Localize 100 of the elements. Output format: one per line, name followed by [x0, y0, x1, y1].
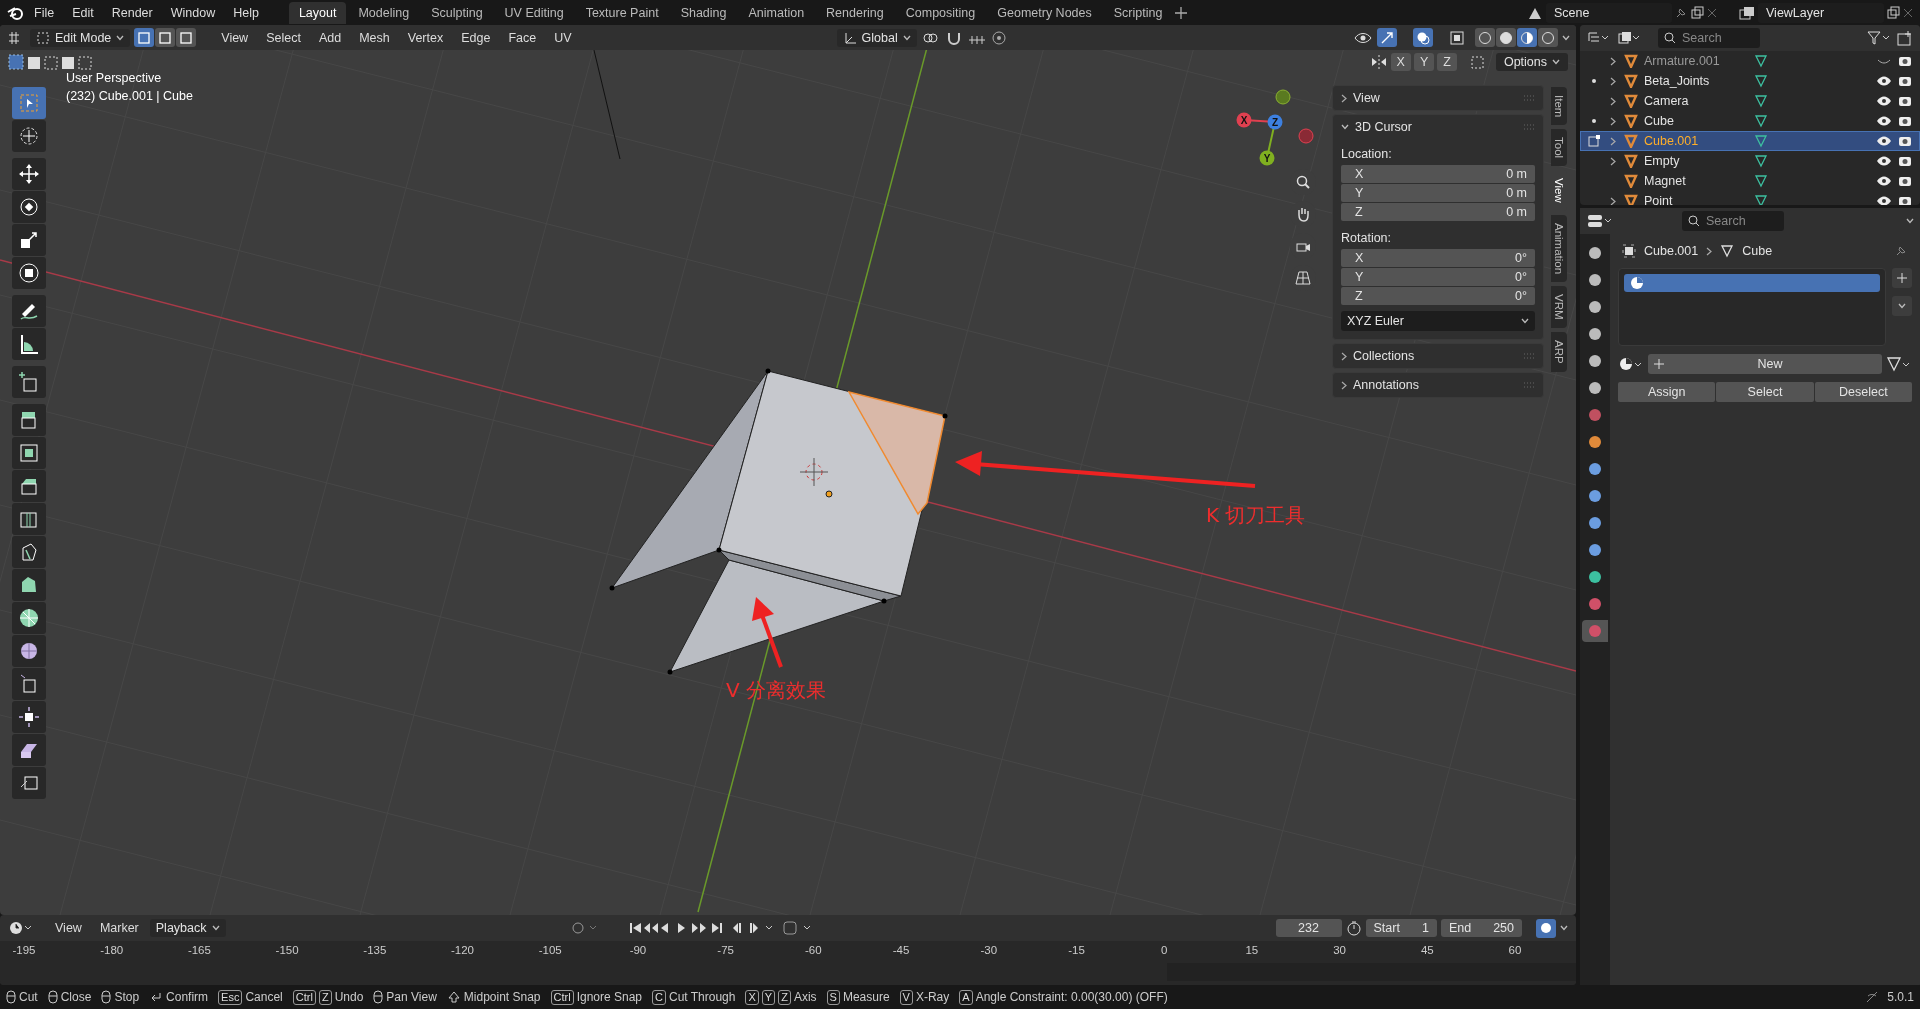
eye-icon[interactable] — [1876, 175, 1892, 187]
tool-button[interactable] — [12, 257, 46, 289]
menu-item[interactable]: View — [48, 919, 89, 937]
mesh-data-icon[interactable] — [1754, 134, 1768, 148]
outliner-row[interactable]: Empty — [1580, 151, 1920, 171]
vertex-select-button[interactable] — [134, 28, 155, 47]
menu-item[interactable]: Edit — [64, 2, 102, 23]
camera-icon[interactable] — [1898, 155, 1912, 167]
scene-field[interactable]: Scene — [1546, 2, 1672, 23]
mirror-icon[interactable] — [1369, 54, 1388, 70]
mesh-data-icon[interactable] — [1754, 94, 1768, 108]
mesh-link-icon[interactable] — [1886, 355, 1912, 373]
rotation-mode-dropdown[interactable]: XYZ Euler — [1341, 311, 1535, 331]
tool-button[interactable] — [12, 569, 46, 601]
shading-button[interactable] — [1517, 28, 1537, 47]
tool-button[interactable] — [12, 701, 46, 733]
shading-button[interactable] — [1475, 28, 1495, 47]
tool-button[interactable] — [12, 536, 46, 568]
eye-icon[interactable] — [1876, 155, 1892, 167]
workspace-tab[interactable]: Rendering — [816, 1, 894, 24]
filter-layers-icon[interactable] — [1616, 30, 1640, 46]
menu-item[interactable]: Render — [103, 2, 161, 23]
mirror-axis-toggle[interactable]: Z — [1437, 53, 1457, 71]
mesh-data-icon[interactable] — [1754, 74, 1768, 88]
outliner-row[interactable]: Armature.001 — [1580, 51, 1920, 71]
mesh-data-icon[interactable] — [1754, 174, 1768, 188]
filter-icon[interactable] — [1866, 30, 1890, 46]
mesh-data-icon[interactable] — [1754, 194, 1768, 205]
outliner-row[interactable]: Beta_Joints — [1580, 71, 1920, 91]
editor-toggle-icon[interactable] — [1586, 213, 1612, 229]
number-field[interactable]: X 0° — [1341, 249, 1535, 267]
outliner-row[interactable]: Point — [1580, 191, 1920, 205]
menu-item[interactable]: Mesh — [352, 28, 397, 47]
playback-dropdown[interactable]: Playback — [149, 919, 226, 937]
camera-icon[interactable] — [1898, 115, 1912, 127]
section-header[interactable]: 3D Cursor — [1333, 115, 1543, 139]
material-action-button[interactable]: Select — [1716, 382, 1814, 402]
sidebar-tab[interactable]: Animation — [1551, 215, 1567, 283]
workspace-tab[interactable]: Layout — [288, 1, 347, 24]
tool-button[interactable] — [12, 437, 46, 469]
menu-item[interactable]: Add — [311, 28, 349, 47]
outliner-row[interactable]: Cube.001 — [1580, 131, 1920, 151]
section-header[interactable]: View — [1333, 86, 1543, 110]
menu-item[interactable]: Vertex — [400, 28, 451, 47]
workspace-tab[interactable]: Modeling — [348, 1, 420, 24]
shading-button[interactable] — [1496, 28, 1516, 47]
sidebar-tab[interactable]: ARP — [1551, 331, 1567, 372]
number-field[interactable]: Z 0° — [1341, 287, 1535, 305]
end-frame-field[interactable]: End 250 — [1440, 919, 1522, 937]
workspace-tab[interactable]: Sculpting — [421, 1, 493, 24]
pin-icon[interactable] — [1894, 244, 1908, 258]
outliner-row[interactable]: Camera — [1580, 91, 1920, 111]
mesh-data-icon[interactable] — [1754, 54, 1768, 68]
eye-icon[interactable] — [1876, 135, 1892, 147]
tool-button[interactable] — [12, 635, 46, 667]
section-header[interactable]: Annotations — [1333, 373, 1543, 397]
number-field[interactable]: Z 0 m — [1341, 203, 1535, 221]
material-action-button[interactable]: Assign — [1618, 382, 1716, 402]
specials-button[interactable] — [1892, 296, 1912, 316]
tool-button[interactable] — [12, 224, 46, 256]
workspace-tab[interactable]: Geometry Nodes — [987, 1, 1102, 24]
mesh-data-icon[interactable] — [1754, 154, 1768, 168]
menu-item[interactable]: Edge — [454, 28, 498, 47]
auto-merge-icon[interactable] — [1468, 54, 1487, 70]
stopwatch-icon[interactable] — [1345, 920, 1362, 936]
edit-mode-icon[interactable] — [1587, 134, 1601, 148]
tool-button[interactable] — [12, 366, 46, 398]
shading-button[interactable] — [1538, 28, 1558, 47]
add-icon[interactable] — [1174, 5, 1189, 20]
workspace-tab[interactable]: UV Editing — [494, 1, 574, 24]
camera-icon[interactable] — [1898, 135, 1912, 147]
workspace-tab[interactable]: Compositing — [895, 1, 986, 24]
menu-item[interactable]: View — [214, 28, 256, 47]
menu-item[interactable]: Help — [225, 2, 267, 23]
copy-icon[interactable] — [1690, 5, 1704, 20]
clock-icon[interactable] — [8, 920, 32, 936]
proportional-icon[interactable] — [990, 29, 1007, 46]
add-slot-button[interactable] — [1892, 268, 1912, 288]
camera-icon[interactable] — [1898, 95, 1912, 107]
workspace-tab[interactable]: Texture Paint — [575, 1, 669, 24]
close-icon[interactable] — [1706, 6, 1718, 19]
eye-icon[interactable] — [1876, 95, 1892, 107]
tool-button[interactable] — [12, 602, 46, 634]
camera-icon[interactable] — [1898, 175, 1912, 187]
mirror-axis-toggle[interactable]: X — [1390, 53, 1411, 71]
new-collection-icon[interactable] — [1896, 30, 1914, 46]
view-layer-field[interactable]: ViewLayer — [1758, 2, 1884, 23]
workspace-tab[interactable]: Scripting — [1103, 1, 1173, 24]
overlay-toggle[interactable] — [1413, 28, 1433, 47]
outliner-row[interactable]: Cube — [1580, 111, 1920, 131]
start-frame-field[interactable]: Start 1 — [1365, 919, 1437, 937]
keying-toggle[interactable] — [1536, 918, 1556, 938]
menu-item[interactable]: Face — [501, 28, 544, 47]
xray-icon[interactable] — [1449, 29, 1465, 46]
eye-icon[interactable] — [1876, 115, 1892, 127]
gizmo-toggle[interactable] — [1377, 28, 1397, 47]
workspace-tab[interactable]: Animation — [738, 1, 815, 24]
mesh-drawing[interactable] — [609, 368, 948, 675]
menu-item[interactable]: Marker — [92, 919, 146, 937]
orientation-dropdown[interactable]: Global — [836, 28, 917, 47]
